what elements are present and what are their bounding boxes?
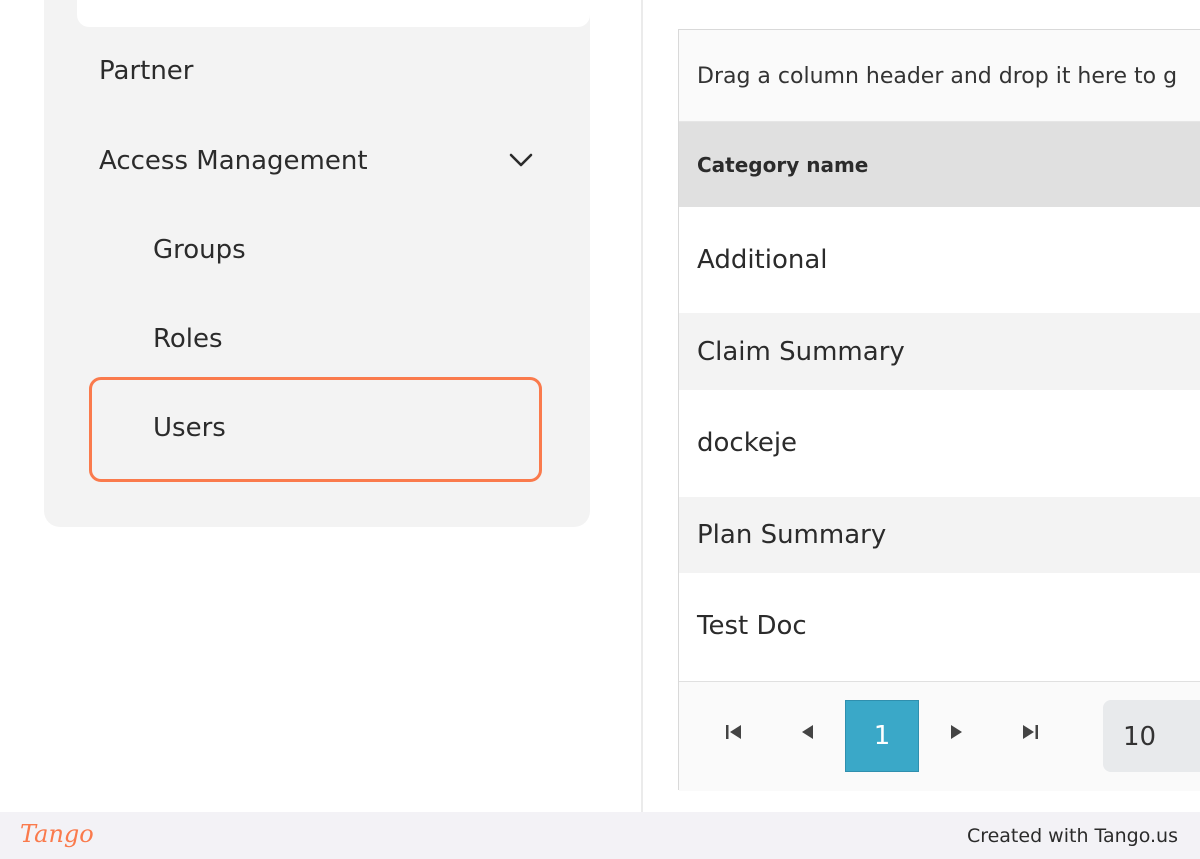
footer: Tango Created with Tango.us <box>0 812 1200 859</box>
table-row[interactable]: Plan Summary <box>679 497 1200 573</box>
sidebar-item-roles[interactable]: Roles <box>153 326 223 352</box>
sidebar-item-groups[interactable]: Groups <box>153 237 246 263</box>
group-panel[interactable]: Drag a column header and drop it here to… <box>679 30 1200 122</box>
next-page-icon[interactable] <box>945 722 967 742</box>
data-grid: Drag a column header and drop it here to… <box>678 29 1200 791</box>
column-header-category-name[interactable]: Category name <box>679 122 1200 207</box>
footer-credit: Created with Tango.us <box>966 825 1178 847</box>
first-page-icon[interactable] <box>723 722 745 742</box>
app-canvas: Partner Access Management Groups Roles U… <box>0 0 1200 812</box>
page-button-current[interactable]: 1 <box>845 700 919 772</box>
last-page-icon[interactable] <box>1019 722 1041 742</box>
table-cell: Test Doc <box>697 611 807 641</box>
column-header-label: Category name <box>697 153 869 177</box>
highlight-box <box>89 377 542 482</box>
tango-logo: Tango <box>20 820 94 848</box>
sidebar-item-access-management[interactable]: Access Management <box>99 148 368 174</box>
table-cell: Plan Summary <box>697 520 887 550</box>
page-size-value: 10 <box>1123 722 1157 752</box>
divider <box>641 0 643 812</box>
previous-page-icon[interactable] <box>797 722 819 742</box>
table-row[interactable]: Claim Summary <box>679 313 1200 390</box>
pager: 1 10 <box>679 681 1200 791</box>
page-size-select[interactable]: 10 <box>1103 700 1200 772</box>
group-panel-text: Drag a column header and drop it here to… <box>697 64 1178 89</box>
table-row[interactable]: Test Doc <box>679 573 1200 681</box>
table-cell: dockeje <box>697 428 798 458</box>
chevron-down-icon[interactable] <box>508 151 534 169</box>
sidebar-top-card <box>77 0 590 27</box>
table-cell: Additional <box>697 245 828 275</box>
table-row[interactable]: Additional <box>679 207 1200 313</box>
table-cell: Claim Summary <box>697 337 905 367</box>
sidebar-item-partner[interactable]: Partner <box>99 58 194 84</box>
table-row[interactable]: dockeje <box>679 390 1200 497</box>
